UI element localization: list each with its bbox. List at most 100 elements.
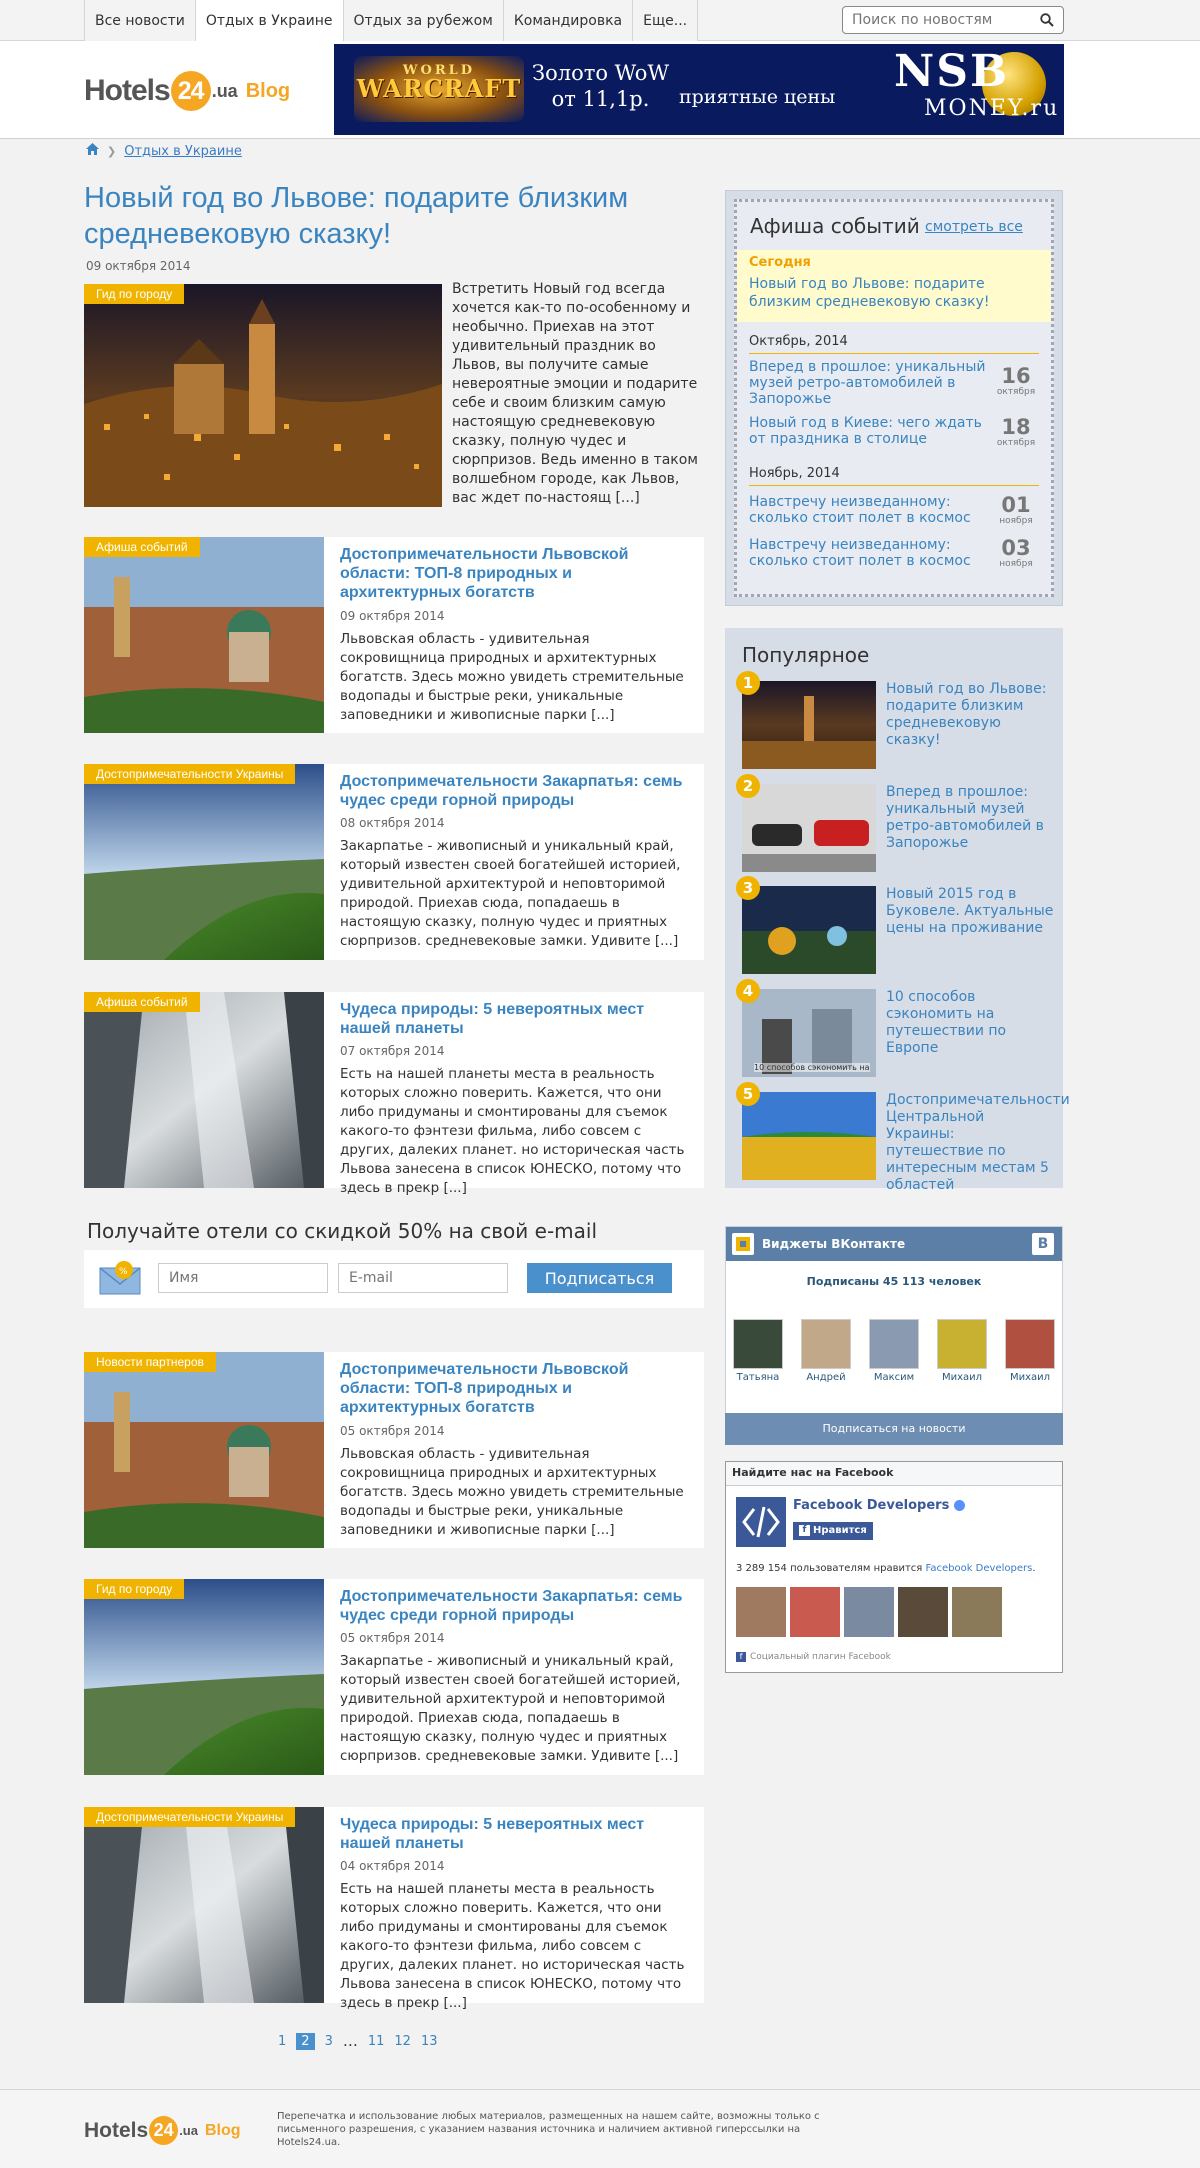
article-title[interactable]: Достопримечательности Закарпатья: семь ч… bbox=[340, 1587, 690, 1625]
pagination: 1 2 3 … 11 12 13 bbox=[278, 2032, 447, 2050]
event-title[interactable]: Новый год в Киеве: чего ждать от праздни… bbox=[749, 415, 989, 447]
article-title[interactable]: Достопримечательности Закарпатья: семь ч… bbox=[340, 772, 690, 810]
article-title[interactable]: Достопримечательности Львовской области:… bbox=[340, 545, 690, 602]
search-icon[interactable] bbox=[1040, 13, 1054, 31]
popular-image[interactable] bbox=[742, 681, 876, 769]
chevron-right-icon: ❯ bbox=[107, 144, 117, 158]
events-divider bbox=[749, 485, 1039, 486]
vk-app-icon bbox=[732, 1233, 754, 1255]
banner-offer: Золото WoW от 11,1р. bbox=[532, 60, 669, 112]
breadcrumb-link-ukraine[interactable]: Отдых в Украине bbox=[124, 144, 242, 159]
vk-person[interactable]: Михаил bbox=[936, 1319, 988, 1383]
vk-person[interactable]: Михаил bbox=[1004, 1319, 1056, 1383]
article-title[interactable]: Чудеса природы: 5 невероятных мест нашей… bbox=[340, 1000, 690, 1038]
email-field[interactable] bbox=[338, 1263, 508, 1293]
fb-page-name[interactable]: Facebook Developers bbox=[793, 1498, 965, 1513]
popular-image[interactable] bbox=[742, 784, 876, 872]
article-image[interactable]: Достопримечательности Украины bbox=[84, 1807, 324, 2003]
fb-like-icon: f bbox=[799, 1524, 810, 1536]
popular-rank: 5 bbox=[736, 1082, 760, 1106]
avatar[interactable] bbox=[790, 1587, 840, 1637]
article-image[interactable]: Афиша событий bbox=[84, 537, 324, 733]
page-link[interactable]: 13 bbox=[421, 2034, 438, 2049]
top-navigation: Все новости Отдых в Украине Отдых за руб… bbox=[0, 0, 1200, 41]
vk-subscribe-button[interactable]: Подписаться на новости bbox=[725, 1413, 1063, 1445]
popular-item-title[interactable]: Новый год во Львове: подарите близким ср… bbox=[886, 681, 1056, 749]
nav-tabs: Все новости Отдых в Украине Отдых за руб… bbox=[84, 0, 699, 41]
article-excerpt: Львовская область - удивительная сокрови… bbox=[340, 1446, 684, 1538]
popular-rank: 4 bbox=[736, 979, 760, 1003]
vk-person[interactable]: Андрей bbox=[800, 1319, 852, 1383]
article-image[interactable]: Гид по городу bbox=[84, 1579, 324, 1775]
article-title[interactable]: Достопримечательности Львовской области:… bbox=[340, 1360, 690, 1417]
popular-item-title[interactable]: 10 способов сэкономить на путешествии по… bbox=[886, 989, 1056, 1057]
vk-people: Татьяна Андрей Максим Михаил Михаил bbox=[726, 1319, 1062, 1383]
logo-blog: Blog bbox=[245, 79, 291, 102]
banner-money: MONEY.ru bbox=[924, 96, 1060, 121]
home-icon[interactable] bbox=[86, 143, 99, 159]
popular-image[interactable] bbox=[742, 1092, 876, 1180]
event-title[interactable]: Навстречу неизведанному: сколько стоит п… bbox=[749, 537, 989, 569]
main-article-excerpt: Встретить Новый год всегда хочется как-т… bbox=[452, 281, 698, 506]
fb-footer-text: Социальный плагин Facebook bbox=[750, 1652, 891, 1662]
article-image[interactable]: Новости партнеров bbox=[84, 1352, 324, 1548]
nav-tab-business-trip[interactable]: Командировка bbox=[503, 0, 634, 41]
vk-logo-icon[interactable]: В bbox=[1032, 1233, 1054, 1255]
subscribe-button[interactable]: Подписаться bbox=[527, 1263, 672, 1293]
article-excerpt: Есть на нашей планеты места в реальность… bbox=[340, 1066, 685, 1196]
fb-header: Найдите нас на Facebook bbox=[726, 1462, 1062, 1486]
nav-tab-more[interactable]: Еще... bbox=[633, 0, 699, 41]
nav-tab-abroad[interactable]: Отдых за рубежом bbox=[343, 0, 504, 41]
popular-image[interactable] bbox=[742, 886, 876, 974]
avatar[interactable] bbox=[844, 1587, 894, 1637]
fb-count-link[interactable]: Facebook Developers bbox=[926, 1563, 1033, 1574]
nav-tab-ukraine[interactable]: Отдых в Украине bbox=[195, 0, 344, 41]
site-logo[interactable]: Hotels 24 .ua Blog bbox=[84, 71, 290, 111]
events-today-title[interactable]: Новый год во Львове: подарите близким ср… bbox=[749, 275, 1049, 311]
vk-person[interactable]: Максим bbox=[868, 1319, 920, 1383]
main-article-tag[interactable]: Гид по городу bbox=[84, 284, 185, 304]
article-tag[interactable]: Новости партнеров bbox=[84, 1352, 216, 1372]
article-tag[interactable]: Достопримечательности Украины bbox=[84, 1807, 296, 1827]
avatar[interactable] bbox=[736, 1587, 786, 1637]
page-link[interactable]: 12 bbox=[394, 2034, 411, 2049]
popular-image[interactable]: 10 способов сэкономить на bbox=[742, 989, 876, 1077]
article-image[interactable]: Достопримечательности Украины bbox=[84, 764, 324, 960]
article-card: Афиша событий Достопримечательности Льво… bbox=[84, 537, 704, 733]
vk-title: Виджеты ВКонтакте bbox=[762, 1237, 906, 1251]
article-tag[interactable]: Гид по городу bbox=[84, 1579, 185, 1599]
footer-logo[interactable]: Hotels 24 .ua Blog bbox=[84, 2116, 241, 2145]
events-view-all-link[interactable]: смотреть все bbox=[925, 219, 1023, 235]
avatar[interactable] bbox=[898, 1587, 948, 1637]
ad-banner[interactable]: WORLD WARCRAFT Золото WoW от 11,1р. прия… bbox=[334, 44, 1064, 135]
page-link[interactable]: 11 bbox=[368, 2034, 385, 2049]
article-tag[interactable]: Афиша событий bbox=[84, 992, 200, 1012]
article-title[interactable]: Чудеса природы: 5 невероятных мест нашей… bbox=[340, 1815, 690, 1853]
nav-tab-all-news[interactable]: Все новости bbox=[85, 0, 196, 41]
article-card: Афиша событий Чудеса природы: 5 невероят… bbox=[84, 992, 704, 1196]
main-article-title[interactable]: Новый год во Львове: подарите близким ср… bbox=[84, 180, 644, 252]
popular-item-title[interactable]: Достопримечательности Центральной Украин… bbox=[886, 1092, 1070, 1194]
banner-warcraft: WARCRAFT bbox=[356, 74, 522, 103]
page-link[interactable]: 3 bbox=[325, 2034, 333, 2049]
vk-person[interactable]: Татьяна bbox=[732, 1319, 784, 1383]
article-tag[interactable]: Достопримечательности Украины bbox=[84, 764, 296, 784]
event-title[interactable]: Вперед в прошлое: уникальный музей ретро… bbox=[749, 359, 989, 407]
page-link[interactable]: 1 bbox=[278, 2034, 286, 2049]
event-title[interactable]: Навстречу неизведанному: сколько стоит п… bbox=[749, 494, 989, 526]
article-image[interactable]: Афиша событий bbox=[84, 992, 324, 1188]
page-current[interactable]: 2 bbox=[296, 2032, 315, 2050]
page-ellipsis: … bbox=[342, 2032, 358, 2050]
article-tag[interactable]: Афиша событий bbox=[84, 537, 200, 557]
popular-item-title[interactable]: Новый 2015 год в Буковеле. Актуальные це… bbox=[886, 886, 1056, 937]
search-input[interactable] bbox=[852, 11, 1032, 29]
avatar[interactable] bbox=[952, 1587, 1002, 1637]
main-article-image[interactable]: Гид по городу bbox=[84, 284, 442, 507]
article-excerpt: Есть на нашей планеты места в реальность… bbox=[340, 1881, 685, 2011]
subscribe-title: Получайте отели со скидкой 50% на свой e… bbox=[87, 1219, 598, 1243]
popular-image-caption: 10 способов сэкономить на bbox=[754, 1063, 870, 1072]
fb-like-button[interactable]: f Нравится bbox=[793, 1522, 873, 1540]
fb-developers-logo[interactable] bbox=[736, 1497, 786, 1547]
name-field[interactable] bbox=[158, 1263, 328, 1293]
popular-item-title[interactable]: Вперед в прошлое: уникальный музей ретро… bbox=[886, 784, 1056, 852]
